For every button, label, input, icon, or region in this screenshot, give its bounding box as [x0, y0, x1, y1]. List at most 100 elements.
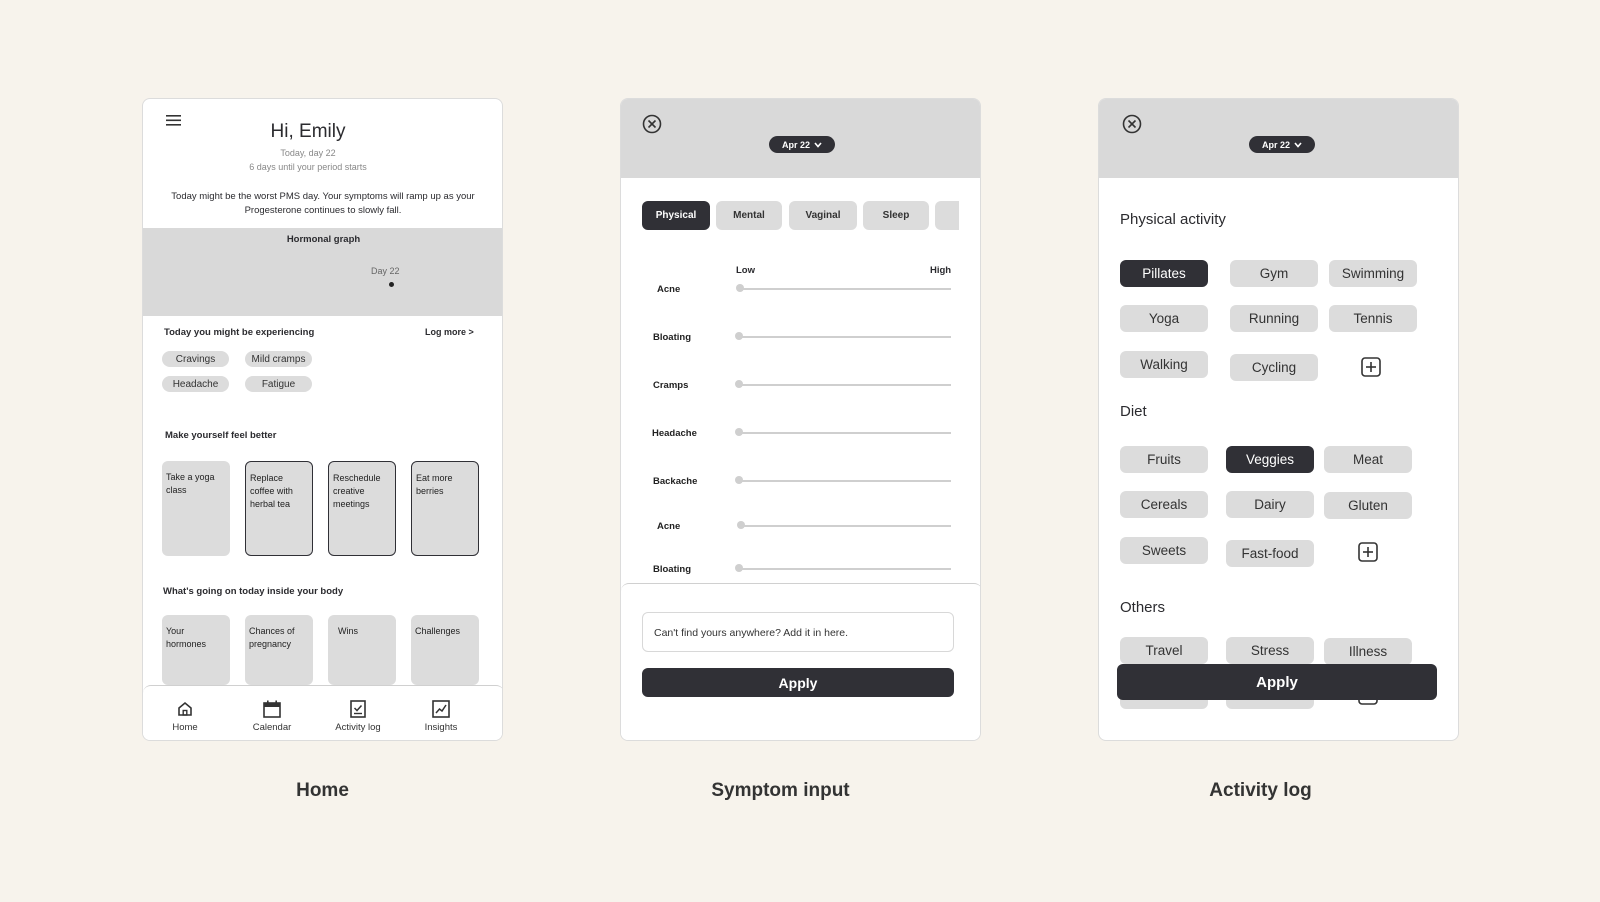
nav-insights[interactable]: Insights [406, 700, 476, 733]
tab-sleep[interactable]: Sleep [863, 201, 929, 230]
diet-chip-cereals[interactable]: Cereals [1120, 491, 1208, 518]
diet-chip-gluten[interactable]: Gluten [1324, 492, 1412, 519]
nav-activity-log-label: Activity log [335, 722, 381, 733]
body-info-title: What's going on today inside your body [163, 586, 344, 597]
activity-caption: Activity log [1209, 780, 1312, 801]
symptom-label-headache: Headache [652, 428, 697, 439]
tab-vaginal[interactable]: Vaginal [789, 201, 857, 230]
slider-track-bloating-2[interactable] [739, 568, 951, 570]
symptom-header: Apr 22 [621, 99, 980, 178]
add-physical-activity-icon[interactable] [1361, 357, 1381, 382]
symptom-chip-headache[interactable]: Headache [162, 376, 229, 392]
log-more-link[interactable]: Log more > [425, 327, 474, 337]
diet-title: Diet [1120, 403, 1147, 420]
add-diet-item-icon[interactable] [1358, 542, 1378, 567]
chevron-down-icon [1294, 141, 1302, 148]
date-selector[interactable]: Apr 22 [769, 136, 835, 153]
chevron-down-icon [814, 141, 822, 148]
tip-card-yoga[interactable]: Take a yoga class [162, 461, 230, 556]
slider-knob-acne[interactable] [736, 284, 744, 292]
symptom-label-bloating-2: Bloating [653, 564, 691, 575]
diet-chip-meat[interactable]: Meat [1324, 446, 1412, 473]
tip-card-reschedule-meetings[interactable]: Reschedule creative meetings [328, 461, 396, 556]
slider-track-backache[interactable] [739, 480, 951, 482]
apply-button[interactable]: Apply [642, 668, 954, 697]
diet-chip-fast-food[interactable]: Fast-food [1226, 540, 1314, 567]
custom-symptom-input[interactable]: Can't find yours anywhere? Add it in her… [642, 612, 954, 652]
scale-low-label: Low [736, 265, 755, 276]
tab-more-partial[interactable] [935, 201, 959, 230]
nav-calendar[interactable]: Calendar [237, 700, 307, 733]
apply-button[interactable]: Apply [1117, 664, 1437, 700]
nav-home-label: Home [172, 722, 198, 733]
symptom-caption: Symptom input [711, 780, 850, 801]
slider-track-acne[interactable] [739, 288, 951, 290]
experiencing-title: Today you might be experiencing [164, 327, 315, 338]
close-icon[interactable] [642, 114, 662, 139]
tip-card-herbal-tea[interactable]: Replace coffee with herbal tea [245, 461, 313, 556]
symptom-label-acne-2: Acne [657, 521, 681, 532]
symptom-label-cramps: Cramps [653, 380, 689, 391]
home-icon [178, 701, 192, 716]
close-icon[interactable] [1122, 114, 1142, 139]
info-card-pregnancy-chances[interactable]: Chances of pregnancy [245, 615, 313, 685]
info-card-wins[interactable]: Wins [328, 615, 396, 685]
symptom-chip-cravings[interactable]: Cravings [162, 351, 229, 367]
slider-knob-headache[interactable] [735, 428, 743, 436]
activity-chip-gym[interactable]: Gym [1230, 260, 1318, 287]
greeting-title: Hi, Emily [270, 121, 346, 142]
daily-message: Today might be the worst PMS day. Your s… [171, 191, 475, 216]
nav-insights-label: Insights [424, 722, 458, 733]
date-selector[interactable]: Apr 22 [1249, 136, 1315, 153]
slider-knob-bloating-2[interactable] [735, 564, 743, 572]
tip-card-berries[interactable]: Eat more berries [411, 461, 479, 556]
info-card-challenges[interactable]: Challenges [411, 615, 479, 685]
slider-knob-backache[interactable] [735, 476, 743, 484]
nav-activity-log[interactable]: Activity log [323, 700, 393, 733]
activity-log-icon [350, 700, 366, 718]
activity-chip-pillates[interactable]: Pillates [1120, 260, 1208, 287]
slider-knob-cramps[interactable] [735, 380, 743, 388]
slider-knob-bloating[interactable] [735, 332, 743, 340]
diet-chip-fruits[interactable]: Fruits [1120, 446, 1208, 473]
date-selector-label: Apr 22 [781, 139, 810, 150]
nav-calendar-label: Calendar [252, 722, 292, 733]
slider-track-bloating[interactable] [739, 336, 951, 338]
activity-chip-tennis[interactable]: Tennis [1329, 305, 1417, 332]
home-caption: Home [296, 780, 349, 801]
symptom-chip-fatigue[interactable]: Fatigue [245, 376, 312, 392]
tab-physical[interactable]: Physical [642, 201, 710, 230]
period-countdown: 6 days until your period starts [249, 162, 367, 172]
insights-chart-icon [432, 700, 450, 718]
activity-chip-walking[interactable]: Walking [1120, 351, 1208, 378]
hormonal-graph-title: Hormonal graph [286, 234, 361, 245]
slider-track-cramps[interactable] [739, 384, 951, 386]
graph-day-marker-dot [389, 282, 394, 287]
slider-knob-acne-2[interactable] [737, 521, 745, 529]
slider-track-acne-2[interactable] [739, 525, 951, 527]
others-chip-travel[interactable]: Travel [1120, 637, 1208, 664]
graph-day-marker-label: Day 22 [371, 266, 400, 276]
diet-chip-sweets[interactable]: Sweets [1120, 537, 1208, 564]
slider-track-headache[interactable] [739, 432, 951, 434]
activity-chip-swimming[interactable]: Swimming [1329, 260, 1417, 287]
calendar-icon [263, 700, 281, 718]
symptom-input-screen: Apr 22 Physical Mental Vaginal Sleep Low… [620, 98, 981, 741]
tab-mental[interactable]: Mental [716, 201, 782, 230]
activity-chip-running[interactable]: Running [1230, 305, 1318, 332]
symptom-label-backache: Backache [653, 476, 698, 487]
symptom-label-acne: Acne [657, 284, 681, 295]
diet-chip-dairy[interactable]: Dairy [1226, 491, 1314, 518]
physical-activity-title: Physical activity [1120, 211, 1226, 228]
nav-home[interactable]: Home [150, 700, 220, 733]
others-chip-illness[interactable]: Illness [1324, 638, 1412, 665]
diet-chip-veggies[interactable]: Veggies [1226, 446, 1314, 473]
symptom-chip-mild-cramps[interactable]: Mild cramps [245, 351, 312, 367]
activity-header: Apr 22 [1099, 99, 1458, 178]
date-selector-label: Apr 22 [1261, 139, 1290, 150]
activity-chip-cycling[interactable]: Cycling [1230, 354, 1318, 381]
others-chip-stress[interactable]: Stress [1226, 637, 1314, 664]
hormonal-graph[interactable]: Hormonal graph Day 22 [143, 228, 502, 316]
activity-chip-yoga[interactable]: Yoga [1120, 305, 1208, 332]
info-card-hormones[interactable]: Your hormones [162, 615, 230, 685]
